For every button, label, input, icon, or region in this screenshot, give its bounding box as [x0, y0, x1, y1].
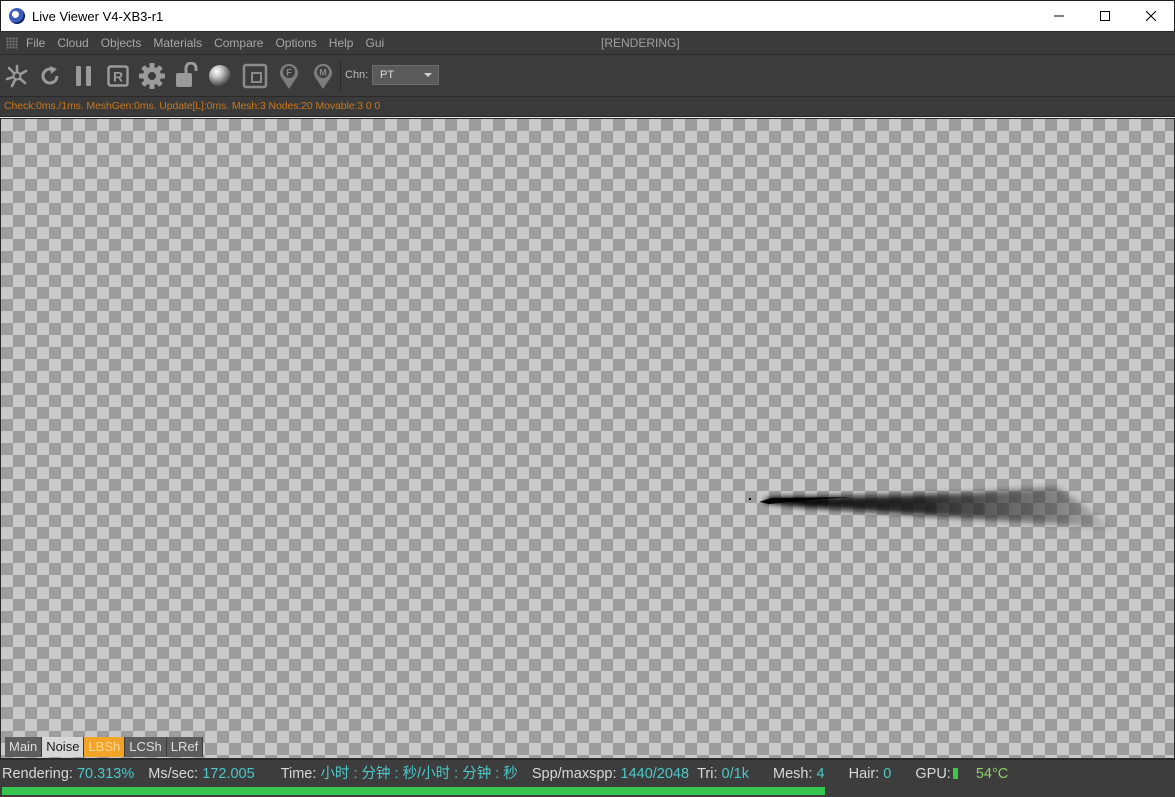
stats-text: Check:0ms./1ms. MeshGen:0ms. Update[L]:0…: [4, 100, 381, 112]
view-tabs: Main Noise LBSh LCSh LRef: [5, 737, 204, 757]
gpu-label: GPU:: [915, 766, 951, 782]
render-progress: [2, 787, 1172, 795]
channel-value: PT: [380, 69, 395, 81]
minimize-icon: [1054, 15, 1064, 17]
status-bar: Rendering: 70.313% Ms/sec: 172.005 Time:…: [0, 759, 1175, 797]
cinema4d-icon: [9, 8, 25, 24]
material-pick-icon[interactable]: M: [309, 62, 337, 90]
title-bar: Live Viewer V4-XB3-r1: [0, 0, 1175, 31]
tab-noise[interactable]: Noise: [42, 737, 85, 757]
menu-objects[interactable]: Objects: [101, 36, 142, 50]
menu-materials[interactable]: Materials: [153, 36, 202, 50]
tab-lref[interactable]: LRef: [166, 737, 204, 757]
rendering-label: Rendering:: [2, 766, 73, 782]
lock-icon[interactable]: [172, 62, 200, 90]
tab-lbsh[interactable]: LBSh: [84, 737, 126, 757]
grip-icon: [6, 37, 18, 49]
menu-compare[interactable]: Compare: [214, 36, 263, 50]
svg-text:R: R: [113, 69, 123, 85]
menu-help[interactable]: Help: [329, 36, 354, 50]
menu-gui[interactable]: Gui: [365, 36, 384, 50]
menu-cloud[interactable]: Cloud: [57, 36, 88, 50]
menu-options[interactable]: Options: [275, 36, 316, 50]
mssec-label: Ms/sec:: [148, 766, 199, 782]
pause-icon[interactable]: [70, 62, 98, 90]
maximize-button[interactable]: [1082, 1, 1128, 31]
hair-value: 0: [883, 766, 892, 782]
spp-value: 1440/2048: [620, 766, 690, 782]
status-hair: Hair: 0: [849, 766, 892, 782]
status-gpu: GPU: 54°C: [915, 766, 1008, 782]
toolbar-separator: [340, 60, 341, 92]
time-value: 小时 : 分钟 : 秒/小时 : 分钟 : 秒: [320, 766, 518, 782]
close-button[interactable]: [1128, 1, 1174, 31]
window-controls: [1036, 1, 1174, 31]
status-rendering: Rendering: 70.313%: [2, 766, 134, 782]
render-viewport[interactable]: Main Noise LBSh LCSh LRef: [0, 118, 1175, 759]
settings-gear-icon[interactable]: [138, 62, 166, 90]
close-icon: [1146, 11, 1156, 21]
tab-lcsh[interactable]: LCSh: [125, 737, 167, 757]
status-spp: Spp/maxspp: 1440/2048: [532, 766, 689, 782]
channel-select[interactable]: PT: [372, 65, 439, 85]
svg-text:F: F: [286, 68, 292, 78]
rendering-value: 70.313%: [76, 766, 135, 782]
mesh-label: Mesh:: [772, 766, 813, 782]
minimize-button[interactable]: [1036, 1, 1082, 31]
render-progress-fill: [2, 787, 825, 795]
reload-icon[interactable]: [36, 62, 64, 90]
tab-main[interactable]: Main: [5, 737, 43, 757]
material-ball-icon[interactable]: [206, 62, 234, 90]
tri-label: Tri:: [697, 766, 718, 782]
maximize-icon: [1100, 11, 1110, 21]
mssec-value: 172.005: [202, 766, 255, 782]
clay-mode-icon[interactable]: [241, 62, 269, 90]
toolbar: R F M Chn: PT: [0, 54, 1175, 97]
tri-value: 0/1k: [721, 766, 749, 782]
send-scene-icon[interactable]: [3, 62, 31, 90]
status-time: Time: 小时 : 分钟 : 秒/小时 : 分钟 : 秒: [281, 762, 518, 783]
gpu-load-bar: [952, 768, 958, 779]
window-title: Live Viewer V4-XB3-r1: [32, 8, 164, 24]
mesh-value: 4: [816, 766, 825, 782]
chevron-down-icon: [424, 73, 432, 77]
channel-label: Chn:: [345, 69, 369, 81]
gpu-temp: 54°C: [975, 766, 1009, 782]
spp-label: Spp/maxspp:: [531, 766, 617, 782]
stats-bar: Check:0ms./1ms. MeshGen:0ms. Update[L]:0…: [0, 97, 1175, 117]
status-tri: Tri: 0/1k: [697, 766, 749, 782]
svg-text:M: M: [319, 68, 327, 78]
status-mesh: Mesh: 4: [773, 766, 825, 782]
menu-file[interactable]: File: [26, 36, 45, 50]
rendered-object: [749, 487, 1116, 531]
status-line: Rendering: 70.313% Ms/sec: 172.005 Time:…: [2, 762, 1018, 783]
hair-label: Hair:: [848, 766, 880, 782]
menu-bar: File Cloud Objects Materials Compare Opt…: [0, 31, 1175, 54]
time-label: Time:: [280, 766, 317, 782]
focus-pick-icon[interactable]: F: [275, 62, 303, 90]
region-render-icon[interactable]: R: [104, 62, 132, 90]
render-state-label: [RENDERING]: [601, 36, 680, 50]
status-mssec: Ms/sec: 172.005: [148, 766, 254, 782]
